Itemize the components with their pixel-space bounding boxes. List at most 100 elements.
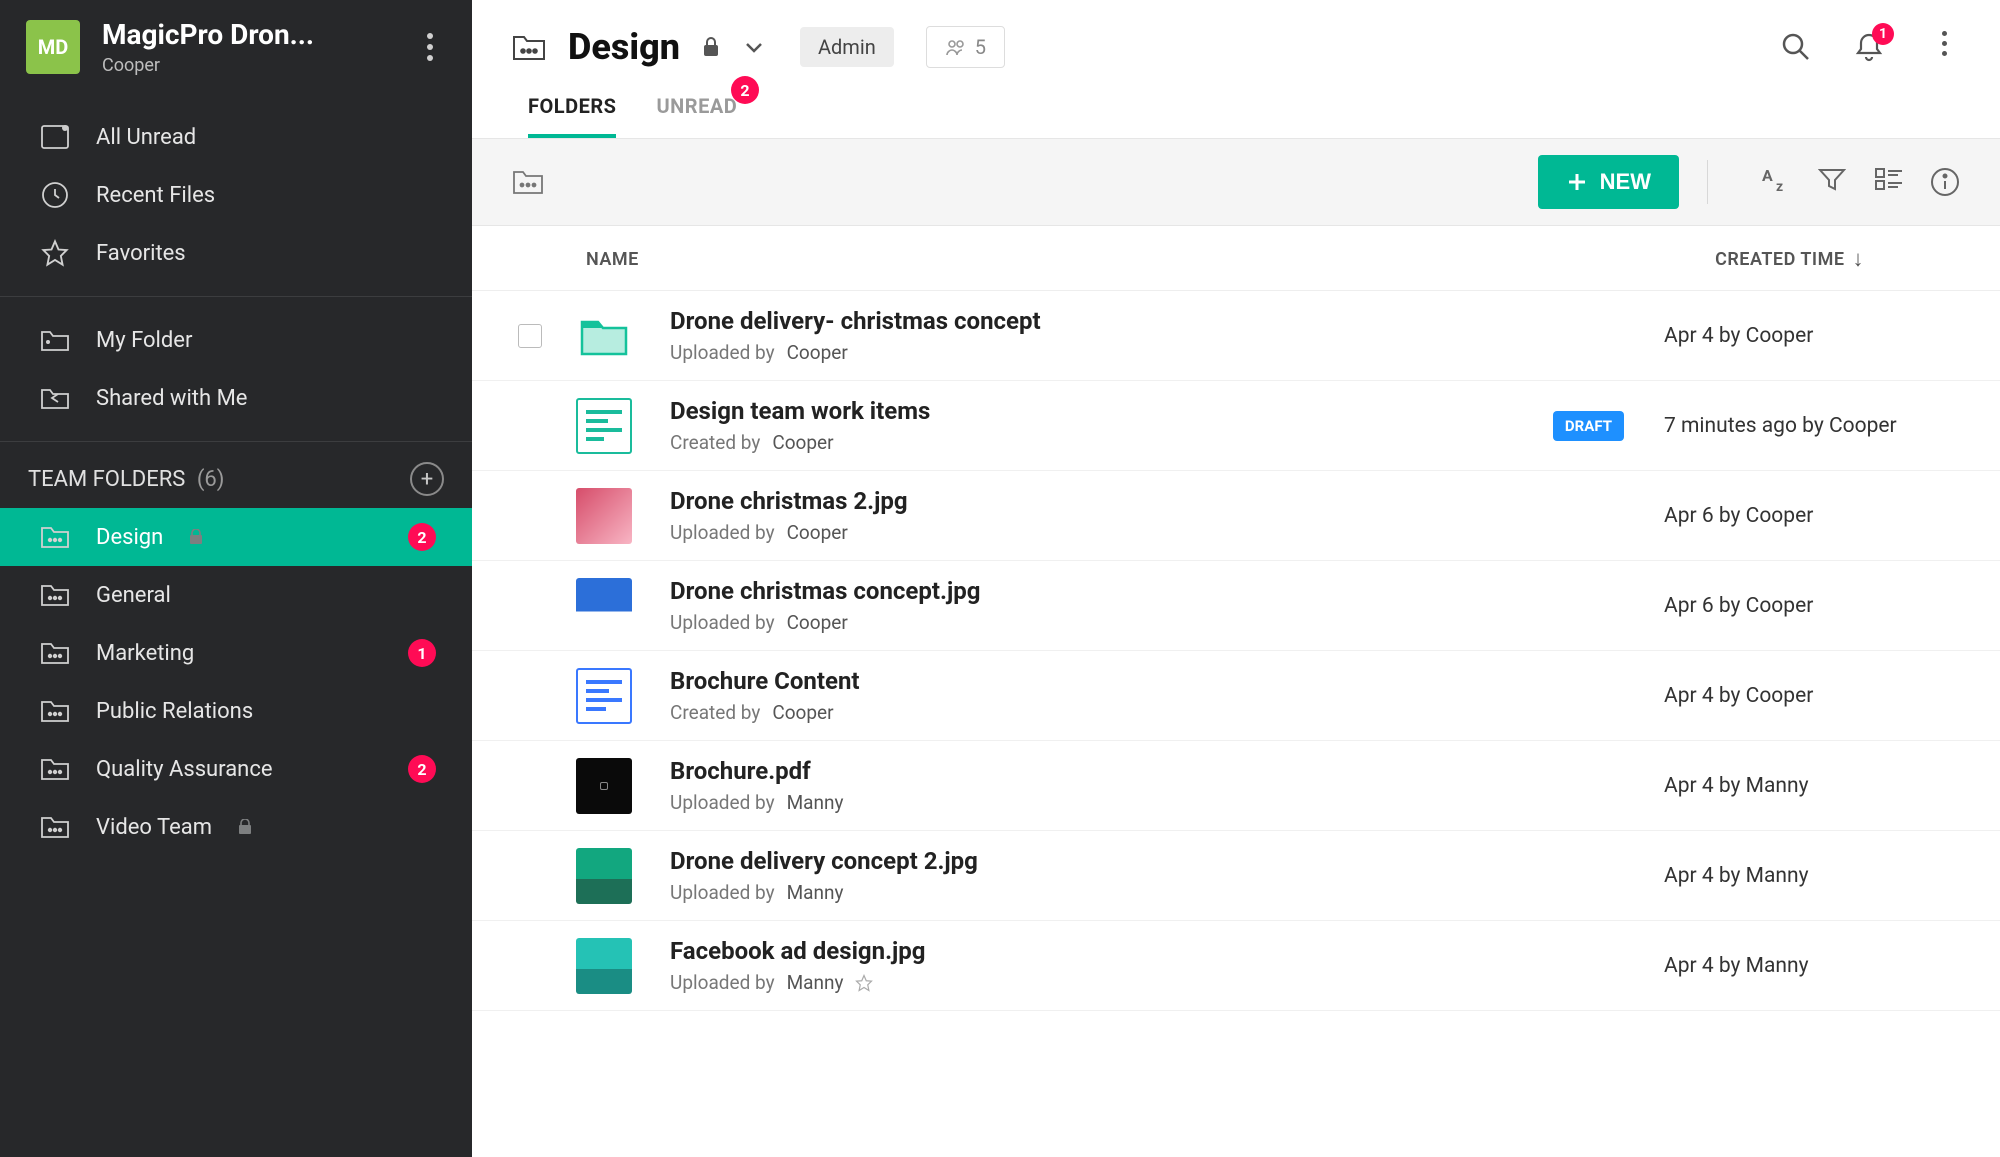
sidebar-item-recent[interactable]: Recent Files: [0, 166, 472, 224]
team-folders-title: TEAM FOLDERS: [28, 467, 185, 492]
file-name: Drone christmas 2.jpg: [670, 487, 1664, 515]
team-folder-icon: [40, 696, 70, 726]
role-pill[interactable]: Admin: [800, 27, 894, 67]
sidebar-team-item-marketing[interactable]: Marketing 1: [0, 624, 472, 682]
file-row[interactable]: Design team work items Created by Cooper…: [472, 381, 2000, 471]
new-button[interactable]: NEW: [1538, 155, 1679, 209]
spreadsheet-icon: [576, 398, 632, 454]
sidebar-label: Recent Files: [96, 183, 215, 208]
sidebar-item-shared[interactable]: Shared with Me: [0, 369, 472, 427]
add-team-folder-button[interactable]: +: [410, 462, 444, 496]
file-meta: Uploaded by Manny: [670, 791, 1664, 814]
search-button[interactable]: [1780, 31, 1812, 63]
tab-unread[interactable]: UNREAD 2: [656, 94, 737, 138]
file-created-time: Apr 6 by Cooper: [1664, 594, 1944, 618]
lock-icon: [189, 529, 205, 545]
sidebar-personal-section: My Folder Shared with Me: [0, 296, 472, 441]
sidebar-quick-section: All Unread Recent Files Favorites: [0, 94, 472, 296]
file-created-time: Apr 4 by Cooper: [1664, 684, 1944, 708]
toolbar: NEW Az: [472, 139, 2000, 226]
file-row[interactable]: Brochure Content Created by Cooper Apr 4…: [472, 651, 2000, 741]
image-thumbnail: [576, 488, 632, 544]
sidebar-team-item-public-relations[interactable]: Public Relations: [0, 682, 472, 740]
file-name: Brochure Content: [670, 667, 1664, 695]
unread-badge: 2: [731, 76, 759, 104]
more-menu-button[interactable]: [1928, 31, 1960, 63]
kebab-icon: [1928, 31, 1960, 56]
sidebar-team-item-video-team[interactable]: Video Team: [0, 798, 472, 856]
sort-desc-icon: ↓: [1853, 246, 1865, 272]
file-created-time: Apr 6 by Cooper: [1664, 504, 1944, 528]
notifications-button[interactable]: 1: [1854, 31, 1886, 63]
draft-badge: DRAFT: [1553, 411, 1624, 441]
workspace-header[interactable]: MD MagicPro Dron... Cooper: [0, 0, 472, 94]
sort-button[interactable]: Az: [1762, 167, 1792, 197]
image-thumbnail: [576, 848, 632, 904]
sidebar-team-item-design[interactable]: Design 2: [0, 508, 472, 566]
team-item-label: Quality Assurance: [96, 757, 273, 782]
sidebar-team-item-general[interactable]: General: [0, 566, 472, 624]
tab-folders[interactable]: FOLDERS: [528, 94, 616, 138]
file-meta: Created by Cooper: [670, 701, 1664, 724]
sidebar-label: Shared with Me: [96, 386, 247, 411]
breadcrumb-folder-icon[interactable]: [512, 169, 544, 195]
sidebar-item-favorites[interactable]: Favorites: [0, 224, 472, 282]
info-button[interactable]: [1930, 167, 1960, 197]
file-created-time: 7 minutes ago by Cooper: [1664, 414, 1944, 438]
member-count: 5: [975, 35, 986, 59]
clock-icon: [40, 180, 70, 210]
sidebar-team-section: TEAM FOLDERS (6) + Design 2 General Mark…: [0, 441, 472, 856]
file-name: Drone christmas concept.jpg: [670, 577, 1664, 605]
file-list: Drone delivery- christmas concept Upload…: [472, 291, 2000, 1157]
sidebar-label: All Unread: [96, 125, 196, 150]
file-row[interactable]: Drone delivery- christmas concept Upload…: [472, 291, 2000, 381]
sidebar-team-item-quality-assurance[interactable]: Quality Assurance 2: [0, 740, 472, 798]
unread-badge: 2: [408, 755, 436, 783]
file-meta: Uploaded by Cooper: [670, 521, 1664, 544]
team-item-label: Design: [96, 525, 163, 550]
lock-icon: [702, 37, 720, 57]
column-created[interactable]: CREATED TIME ↓: [1715, 246, 1864, 272]
file-row[interactable]: Drone christmas 2.jpg Uploaded by Cooper…: [472, 471, 2000, 561]
folder-icon: [576, 308, 632, 364]
document-icon: [576, 668, 632, 724]
sidebar-label: Favorites: [96, 241, 186, 266]
image-thumbnail: [576, 938, 632, 994]
svg-text:z: z: [1776, 179, 1783, 193]
lock-icon: [238, 819, 254, 835]
chevron-down-icon[interactable]: [744, 40, 768, 54]
inbox-icon: [40, 122, 70, 152]
sidebar-item-my-folder[interactable]: My Folder: [0, 311, 472, 369]
file-created-time: Apr 4 by Manny: [1664, 954, 1944, 978]
column-headers: NAME CREATED TIME ↓: [472, 226, 2000, 291]
workspace-subtitle: Cooper: [102, 55, 410, 76]
people-icon: [945, 38, 967, 56]
sidebar-item-all-unread[interactable]: All Unread: [0, 108, 472, 166]
team-folder-icon: [40, 522, 70, 552]
filter-button[interactable]: [1818, 167, 1848, 197]
file-created-time: Apr 4 by Manny: [1664, 774, 1944, 798]
file-row[interactable]: Drone delivery concept 2.jpg Uploaded by…: [472, 831, 2000, 921]
sidebar: MD MagicPro Dron... Cooper All Unread Re…: [0, 0, 472, 1157]
file-created-time: Apr 4 by Cooper: [1664, 324, 1944, 348]
file-row[interactable]: Drone christmas concept.jpg Uploaded by …: [472, 561, 2000, 651]
team-folders-count: (6): [197, 467, 225, 492]
main-content: Design Admin 5 1 FOLDERS: [472, 0, 2000, 1157]
star-icon: [40, 238, 70, 268]
column-name[interactable]: NAME: [586, 249, 639, 270]
unread-badge: 1: [408, 639, 436, 667]
team-folder-icon: [512, 33, 546, 61]
filter-icon: [1818, 167, 1846, 193]
star-icon[interactable]: [855, 974, 873, 992]
sidebar-label: My Folder: [96, 328, 192, 353]
file-name: Design team work items: [670, 397, 1553, 425]
view-button[interactable]: [1874, 167, 1904, 197]
row-checkbox[interactable]: [518, 324, 542, 348]
file-row[interactable]: Brochure.pdf Uploaded by Manny Apr 4 by …: [472, 741, 2000, 831]
shared-icon: [40, 383, 70, 413]
workspace-menu-icon[interactable]: [410, 33, 450, 61]
topbar: Design Admin 5 1: [472, 0, 2000, 68]
members-pill[interactable]: 5: [926, 26, 1005, 68]
file-row[interactable]: Facebook ad design.jpg Uploaded by Manny…: [472, 921, 2000, 1011]
page-title: Design: [568, 26, 680, 68]
